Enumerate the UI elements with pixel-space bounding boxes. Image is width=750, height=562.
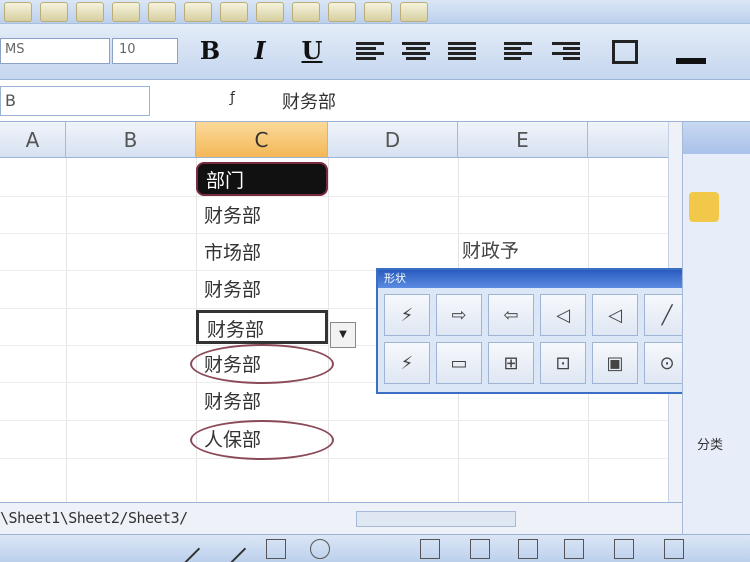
cell-c7[interactable]: 财务部 <box>196 385 328 419</box>
validation-dropdown-icon[interactable]: ▼ <box>330 322 356 348</box>
cell-c2[interactable]: 财务部 <box>196 199 328 233</box>
redo-icon[interactable] <box>256 1 284 22</box>
oval-icon[interactable] <box>310 539 330 559</box>
task-pane-header <box>683 122 750 154</box>
grid-line <box>328 158 329 502</box>
font-name-select[interactable]: MS <box>0 38 110 64</box>
flowchart-icon[interactable]: ⊡ <box>540 342 586 384</box>
grid-line <box>0 196 680 197</box>
print-icon[interactable] <box>112 1 140 22</box>
sort-icon[interactable] <box>328 1 356 22</box>
flowchart-icon[interactable]: ⊞ <box>488 342 534 384</box>
undo-icon[interactable] <box>220 1 248 22</box>
lightning-icon[interactable]: ⚡ <box>384 294 430 336</box>
clipart-icon[interactable] <box>564 539 584 559</box>
lightning-icon[interactable]: ⚡ <box>384 342 430 384</box>
zoom-icon[interactable] <box>400 1 428 22</box>
shape-row: ⚡ ⇨ ⇦ ◁ ◁ ╱ <box>384 294 690 340</box>
merge-center-icon[interactable] <box>448 40 476 62</box>
name-box[interactable]: B <box>0 86 150 116</box>
wordart-icon[interactable] <box>470 539 490 559</box>
font-size-select[interactable]: 10 <box>112 38 178 64</box>
column-header-e[interactable]: E <box>458 122 588 158</box>
cell-e3[interactable]: 财政予 <box>462 236 519 263</box>
cell-c5-active[interactable]: 财务部 <box>196 310 328 344</box>
task-pane: 分类 <box>682 122 750 562</box>
grid-line <box>0 458 680 459</box>
grid-line <box>66 158 67 502</box>
column-header-f[interactable] <box>588 122 680 158</box>
cell-c3[interactable]: 市场部 <box>196 236 328 270</box>
circle-annotation <box>190 420 334 460</box>
rectangle-icon[interactable]: ▭ <box>436 342 482 384</box>
image-icon[interactable]: ▣ <box>592 342 638 384</box>
callout-icon[interactable]: ◁ <box>592 294 638 336</box>
picture-icon[interactable] <box>614 539 634 559</box>
grid-line <box>0 420 680 421</box>
column-header-c[interactable]: C <box>196 122 328 158</box>
cell-c1[interactable]: 部门 <box>196 162 328 196</box>
drawing-toolbar <box>0 534 750 562</box>
shape-row: ⚡ ▭ ⊞ ⊡ ▣ ⊙ <box>384 342 690 388</box>
align-center-icon[interactable] <box>402 40 430 62</box>
preview-icon[interactable] <box>148 1 176 22</box>
diagram-icon[interactable] <box>518 539 538 559</box>
clipart-icon[interactable] <box>689 192 719 222</box>
textbox-icon[interactable] <box>420 539 440 559</box>
spell-icon[interactable] <box>184 1 212 22</box>
standard-toolbar <box>0 0 750 24</box>
cell-c4[interactable]: 财务部 <box>196 273 328 307</box>
sheet-tabs-bar: \Sheet1\Sheet2/Sheet3/ <box>0 502 682 534</box>
arrow-shape-icon[interactable]: ⇨ <box>436 294 482 336</box>
italic-button[interactable]: I <box>244 36 276 66</box>
borders-icon[interactable] <box>612 40 638 64</box>
fill-color-icon[interactable] <box>676 40 706 64</box>
column-header-b[interactable]: B <box>66 122 196 158</box>
rectangle-icon[interactable] <box>266 539 286 559</box>
column-header-a[interactable]: A <box>0 122 66 158</box>
toolbar-title: 形状 <box>378 270 696 288</box>
fill-color-icon[interactable] <box>664 539 684 559</box>
save-icon[interactable] <box>76 1 104 22</box>
arrow-icon[interactable] <box>217 534 247 562</box>
formula-input[interactable]: 财务部 <box>282 88 336 114</box>
increase-indent-icon[interactable] <box>552 40 580 62</box>
open-icon[interactable] <box>40 1 68 22</box>
decrease-indent-icon[interactable] <box>504 40 532 62</box>
formula-bar: B ƒ 财务部 <box>0 80 750 122</box>
task-pane-label: 分类 <box>697 438 724 453</box>
file-icon[interactable] <box>4 1 32 22</box>
column-header-d[interactable]: D <box>328 122 458 158</box>
sheet-tabs[interactable]: \Sheet1\Sheet2/Sheet3/ <box>0 509 188 527</box>
circle-annotation <box>190 344 334 384</box>
line-icon[interactable] <box>171 534 201 562</box>
horizontal-scrollbar[interactable] <box>356 511 516 527</box>
arrow-shape-icon[interactable]: ⇦ <box>488 294 534 336</box>
chart-icon[interactable] <box>364 1 392 22</box>
align-left-icon[interactable] <box>356 40 384 62</box>
shapes-toolbar: 形状 × ⚡ ⇨ ⇦ ◁ ◁ ╱ ⚡ ▭ ⊞ ⊡ ▣ ⊙ <box>376 268 698 394</box>
sum-icon[interactable] <box>292 1 320 22</box>
fx-icon[interactable]: ƒ <box>230 90 235 106</box>
grid-line <box>0 233 680 234</box>
callout-icon[interactable]: ◁ <box>540 294 586 336</box>
underline-button[interactable]: U <box>296 36 328 66</box>
bold-button[interactable]: B <box>194 36 226 66</box>
